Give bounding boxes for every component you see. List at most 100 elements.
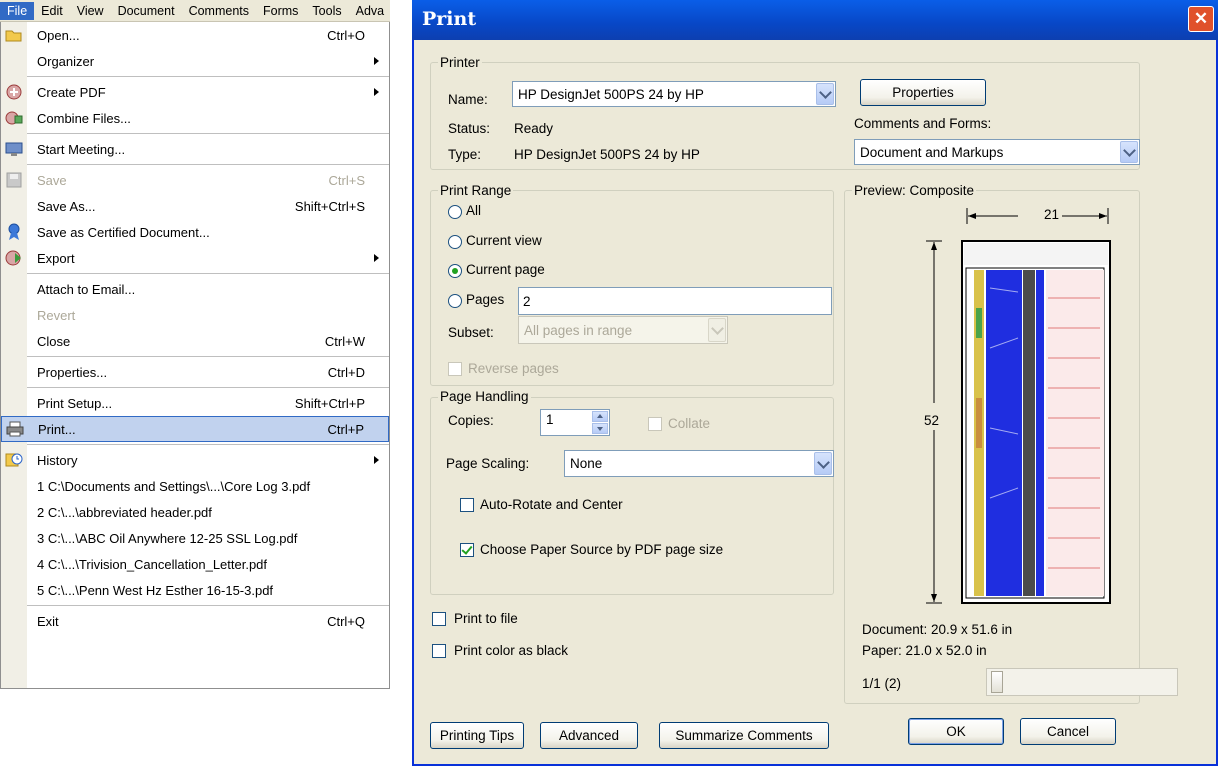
choose-paper-label: Choose Paper Source by PDF page size (480, 542, 724, 557)
menubar-item-tools[interactable]: Tools (305, 2, 348, 20)
comments-forms-select[interactable]: Document and Markups (854, 139, 1140, 165)
comments-forms-value: Document and Markups (860, 144, 1004, 160)
collate-checkbox[interactable] (648, 417, 662, 431)
chevron-down-icon (816, 83, 834, 105)
radio-pages-label: Pages (466, 292, 505, 307)
dialog-title-bar[interactable]: Print ✕ (412, 0, 1218, 40)
menu-item-save-as-certified-document[interactable]: Save as Certified Document... (1, 219, 389, 245)
menubar-item-document[interactable]: Document (111, 2, 182, 20)
menu-item-label: History (37, 452, 78, 468)
menu-item-exit[interactable]: Exit Ctrl+Q (1, 608, 389, 634)
advanced-button[interactable]: Advanced (540, 722, 638, 749)
menubar-item-forms[interactable]: Forms (256, 2, 305, 20)
menu-item-start-meeting[interactable]: Start Meeting... (1, 136, 389, 162)
stepper-up-icon[interactable] (592, 411, 608, 422)
separator-line (27, 133, 389, 134)
menu-item-label: Print... (38, 421, 76, 437)
menu-item-export[interactable]: Export (1, 245, 389, 271)
width-dimension-line (966, 208, 1109, 224)
print-color-black-checkbox[interactable] (432, 644, 446, 658)
radio-all[interactable] (448, 205, 462, 219)
slider-thumb[interactable] (991, 671, 1003, 693)
menu-item-print[interactable]: Print... Ctrl+P (1, 416, 389, 442)
choose-paper-checkbox[interactable] (460, 543, 474, 557)
menu-item-4-c-trivision-cancellation-letter-pdf[interactable]: 4 C:\...\Trivision_Cancellation_Letter.p… (1, 551, 389, 577)
menu-icon-slot (1, 551, 27, 577)
copies-stepper[interactable]: 1 (540, 409, 610, 436)
submenu-arrow-icon (374, 57, 379, 65)
close-button[interactable]: ✕ (1188, 6, 1214, 32)
menubar-item-comments[interactable]: Comments (182, 2, 256, 20)
menu-item-save-as[interactable]: Save As... Shift+Ctrl+S (1, 193, 389, 219)
radio-pages[interactable] (448, 294, 462, 308)
menu-item-label: Print Setup... (37, 395, 113, 411)
menu-item-label: Combine Files... (37, 110, 131, 126)
menubar-item-view[interactable]: View (70, 2, 111, 20)
menu-icon-slot (1, 276, 27, 302)
menu-item-organizer[interactable]: Organizer (1, 48, 389, 74)
radio-current-view[interactable] (448, 235, 462, 249)
page-scaling-select[interactable]: None (564, 450, 834, 477)
printing-tips-button[interactable]: Printing Tips (430, 722, 524, 749)
preview-page-slider[interactable] (986, 668, 1178, 696)
menu-icon-slot (1, 525, 27, 551)
ok-button[interactable]: OK (908, 718, 1004, 745)
pages-input[interactable]: 2 (518, 287, 832, 315)
submenu-arrow-icon (374, 254, 379, 262)
radio-current-page[interactable] (448, 264, 462, 278)
page-scaling-label: Page Scaling: (446, 456, 530, 471)
menu-icon-slot (1, 390, 27, 416)
certified-ribbon-icon (1, 219, 27, 245)
menu-item-save[interactable]: Save Ctrl+S (1, 167, 389, 193)
menubar-item-edit[interactable]: Edit (34, 2, 70, 20)
create-pdf-icon (1, 79, 27, 105)
printer-name-select[interactable]: HP DesignJet 500PS 24 by HP (512, 81, 836, 107)
menu-item-label: Save as Certified Document... (37, 224, 210, 240)
copies-label: Copies: (448, 413, 494, 428)
menu-item-shortcut: Shift+Ctrl+S (294, 198, 365, 214)
menu-item-label: Organizer (37, 53, 95, 69)
separator-line (27, 164, 389, 165)
menubar-item-file[interactable]: File (0, 1, 35, 20)
menu-icon-slot (1, 48, 27, 74)
save-icon (1, 167, 27, 193)
cancel-button[interactable]: Cancel (1020, 718, 1116, 745)
menu-item-label: 1 C:\Documents and Settings\...\Core Log… (37, 478, 311, 494)
printer-name-value: HP DesignJet 500PS 24 by HP (518, 86, 704, 102)
auto-rotate-checkbox[interactable] (460, 498, 474, 512)
menu-item-label: Save As... (37, 198, 96, 214)
printer-type-label: Type: (448, 147, 482, 162)
menu-item-2-c-abbreviated-header-pdf[interactable]: 2 C:\...\abbreviated header.pdf (1, 499, 389, 525)
menu-item-close[interactable]: Close Ctrl+W (1, 328, 389, 354)
menu-item-properties[interactable]: Properties... Ctrl+D (1, 359, 389, 385)
preview-width-label: 21 (1041, 207, 1063, 222)
menu-icon-slot (1, 359, 27, 385)
menu-item-shortcut: Ctrl+W (324, 333, 365, 349)
menu-item-5-c-penn-west-hz-esther-16-15-3-pdf[interactable]: 5 C:\...\Penn West Hz Esther 16-15-3.pdf (1, 577, 389, 603)
paper-size: Paper: 21.0 x 52.0 in (862, 643, 987, 658)
menu-item-attach-to-email[interactable]: Attach to Email... (1, 276, 389, 302)
menu-item-label: Create PDF (37, 84, 106, 100)
menu-item-combine-files[interactable]: Combine Files... (1, 105, 389, 131)
menu-item-3-c-abc-oil-anywhere-12-25-ssl-log-pdf[interactable]: 3 C:\...\ABC Oil Anywhere 12-25 SSL Log.… (1, 525, 389, 551)
menu-item-create-pdf[interactable]: Create PDF (1, 79, 389, 105)
preview-height-label: 52 (924, 413, 940, 428)
separator-line (27, 356, 389, 357)
summarize-comments-button[interactable]: Summarize Comments (659, 722, 829, 749)
subset-select[interactable]: All pages in range (518, 316, 728, 344)
print-to-file-checkbox[interactable] (432, 612, 446, 626)
meeting-icon (1, 136, 27, 162)
stepper-down-icon[interactable] (592, 423, 608, 434)
menu-item-print-setup[interactable]: Print Setup... Shift+Ctrl+P (1, 390, 389, 416)
menu-item-history[interactable]: History (1, 447, 389, 473)
reverse-pages-checkbox[interactable] (448, 362, 462, 376)
menubar-item-adva[interactable]: Adva (349, 2, 390, 20)
menu-item-1-c-documents-and-settings-core-log-3-pd[interactable]: 1 C:\Documents and Settings\...\Core Log… (1, 473, 389, 499)
chevron-down-icon (708, 318, 726, 342)
properties-button[interactable]: Properties (860, 79, 986, 106)
menu-item-shortcut: Ctrl+Q (327, 613, 365, 629)
menu-item-open[interactable]: Open... Ctrl+O (1, 22, 389, 48)
print-to-file-label: Print to file (454, 611, 518, 626)
menu-item-revert[interactable]: Revert (1, 302, 389, 328)
menu-item-shortcut: Shift+Ctrl+P (294, 395, 365, 411)
